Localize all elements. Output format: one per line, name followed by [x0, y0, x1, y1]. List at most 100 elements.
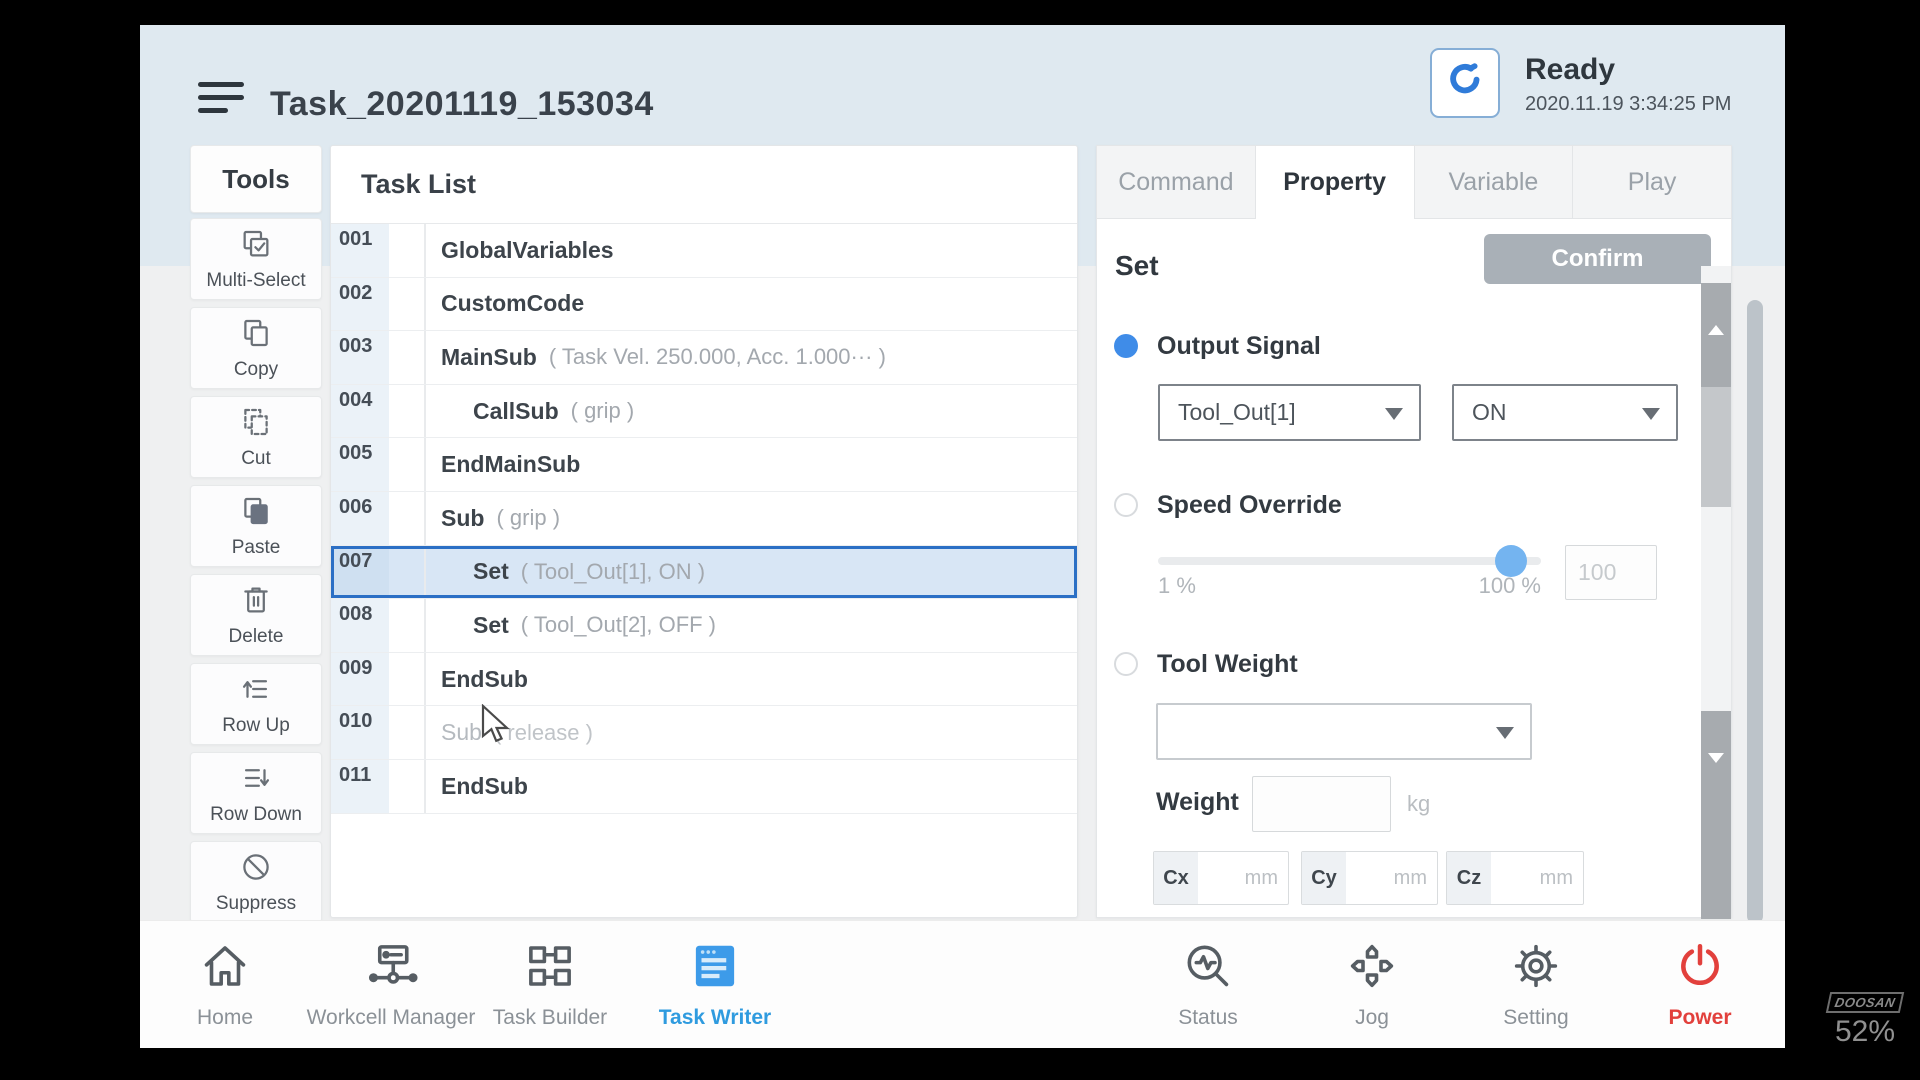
signal-state-value: ON	[1472, 399, 1507, 426]
row-gutter	[389, 385, 426, 438]
copy-button[interactable]: Copy	[190, 307, 322, 389]
menu-icon[interactable]	[198, 82, 244, 118]
row-up-button[interactable]: Row Up	[190, 663, 322, 745]
task-list-title: Task List	[331, 146, 1077, 224]
task-row-003[interactable]: 003 MainSub ( Task Vel. 250.000, Acc. 1.…	[331, 331, 1077, 385]
row-gutter	[389, 599, 426, 652]
tab-variable[interactable]: Variable	[1415, 146, 1574, 219]
task-row-004[interactable]: 004 CallSub ( grip )	[331, 385, 1077, 439]
tools-panel-title: Tools	[190, 145, 322, 213]
command-params: ( Tool_Out[2], OFF )	[521, 612, 716, 638]
nav-label: Home	[197, 1006, 253, 1030]
signal-state-dropdown[interactable]: ON	[1452, 384, 1678, 441]
speed-value-input[interactable]: 100	[1565, 545, 1657, 600]
cx-input[interactable]: Cx mm	[1153, 851, 1289, 905]
task-row-010[interactable]: 010 Sub ( release )	[331, 706, 1077, 760]
command-name: Set	[473, 612, 509, 639]
row-gutter	[389, 492, 426, 545]
task-row-002[interactable]: 002 CustomCode	[331, 278, 1077, 332]
command-name: Set	[1115, 250, 1159, 282]
cog-label: Cz	[1447, 852, 1491, 904]
scroll-up-button[interactable]	[1701, 283, 1731, 387]
signal-select-dropdown[interactable]: Tool_Out[1]	[1158, 384, 1421, 441]
tool-button-label: Delete	[229, 626, 284, 648]
multi-select-button[interactable]: Multi-Select	[190, 218, 322, 300]
tool-button-label: Suppress	[216, 893, 296, 915]
robot-state-text: Ready	[1525, 53, 1615, 87]
nav-power[interactable]: Power	[1610, 939, 1785, 1030]
task-row-006[interactable]: 006 Sub ( grip )	[331, 492, 1077, 546]
row-down-button[interactable]: Row Down	[190, 752, 322, 834]
nav-label: Task Writer	[659, 1006, 771, 1030]
nav-task-writer[interactable]: Task Writer	[625, 939, 805, 1030]
output-signal-radio[interactable]	[1114, 334, 1138, 358]
row-gutter	[389, 706, 426, 759]
battery-percent: 52%	[1822, 1015, 1908, 1049]
delete-icon	[239, 583, 273, 622]
row-number: 010	[331, 706, 389, 759]
scroll-down-button[interactable]	[1701, 711, 1731, 919]
row-number: 006	[331, 492, 389, 545]
suppress-button[interactable]: Suppress	[190, 841, 322, 923]
speed-max-label: 100 %	[1467, 573, 1541, 599]
app-window: Task_20201119_153034 Ready 2020.11.19 3:…	[140, 25, 1785, 1048]
scrollbar-thumb[interactable]	[1701, 387, 1731, 507]
brand-watermark: DOOSAN 52%	[1822, 992, 1908, 1049]
confirm-button[interactable]: Confirm	[1484, 234, 1711, 284]
robot-status-button[interactable]	[1430, 48, 1500, 118]
task-writer-icon	[688, 939, 742, 998]
cut-button[interactable]: Cut	[190, 396, 322, 478]
task-row-011[interactable]: 011 EndSub	[331, 760, 1077, 814]
row-number: 008	[331, 599, 389, 652]
nav-status[interactable]: Status	[1118, 939, 1298, 1030]
cz-input[interactable]: Cz mm	[1446, 851, 1584, 905]
workcell-manager-icon	[364, 939, 418, 998]
property-scrollbar[interactable]	[1701, 266, 1731, 919]
nav-workcell-manager[interactable]: Workcell Manager	[301, 939, 481, 1030]
chevron-down-icon	[1496, 727, 1514, 739]
task-row-007[interactable]: 007 Set ( Tool_Out[1], ON )	[331, 546, 1077, 600]
command-name: MainSub	[441, 344, 537, 371]
task-row-001[interactable]: 001 GlobalVariables	[331, 224, 1077, 278]
nav-setting[interactable]: Setting	[1446, 939, 1626, 1030]
speed-slider-track[interactable]	[1158, 557, 1541, 565]
task-row-list: 001 GlobalVariables 002 CustomCode 0	[331, 224, 1077, 814]
task-row-008[interactable]: 008 Set ( Tool_Out[2], OFF )	[331, 599, 1077, 653]
row-number: 009	[331, 653, 389, 706]
tab-command[interactable]: Command	[1097, 146, 1256, 219]
row-gutter	[389, 653, 426, 706]
tool-weight-radio[interactable]	[1114, 652, 1138, 676]
row-gutter	[389, 331, 426, 384]
tool-weight-label: Tool Weight	[1157, 650, 1298, 679]
nav-jog[interactable]: Jog	[1282, 939, 1462, 1030]
tool-button-label: Cut	[241, 448, 271, 470]
command-name: Sub	[441, 719, 482, 746]
delete-button[interactable]: Delete	[190, 574, 322, 656]
speed-override-radio[interactable]	[1114, 493, 1138, 517]
cy-input[interactable]: Cy mm	[1301, 851, 1438, 905]
tool-button-label: Row Down	[210, 804, 302, 826]
tool-weight-preset-dropdown[interactable]	[1156, 703, 1532, 760]
tab-property[interactable]: Property	[1256, 146, 1415, 219]
task-row-009[interactable]: 009 EndSub	[331, 653, 1077, 707]
robot-arm-icon	[1443, 59, 1487, 108]
weight-input[interactable]	[1252, 776, 1391, 832]
cog-label: Cy	[1302, 852, 1346, 904]
task-row-005[interactable]: 005 EndMainSub	[331, 438, 1077, 492]
command-name: EndSub	[441, 666, 528, 693]
home-icon	[198, 939, 252, 998]
cog-unit: mm	[1346, 852, 1437, 904]
row-number: 004	[331, 385, 389, 438]
row-number: 003	[331, 331, 389, 384]
task-builder-icon	[523, 939, 577, 998]
status-icon	[1181, 939, 1235, 998]
chevron-down-icon	[1642, 408, 1660, 420]
nav-task-builder[interactable]: Task Builder	[460, 939, 640, 1030]
status-timestamp: 2020.11.19 3:34:25 PM	[1525, 93, 1731, 116]
tab-play[interactable]: Play	[1573, 146, 1731, 219]
nav-home[interactable]: Home	[140, 939, 315, 1030]
paste-button[interactable]: Paste	[190, 485, 322, 567]
row-up-icon	[239, 672, 273, 711]
page-scrollbar[interactable]	[1747, 300, 1763, 924]
task-list-panel: Task List 001 GlobalVariables 002 Custom…	[330, 145, 1078, 918]
